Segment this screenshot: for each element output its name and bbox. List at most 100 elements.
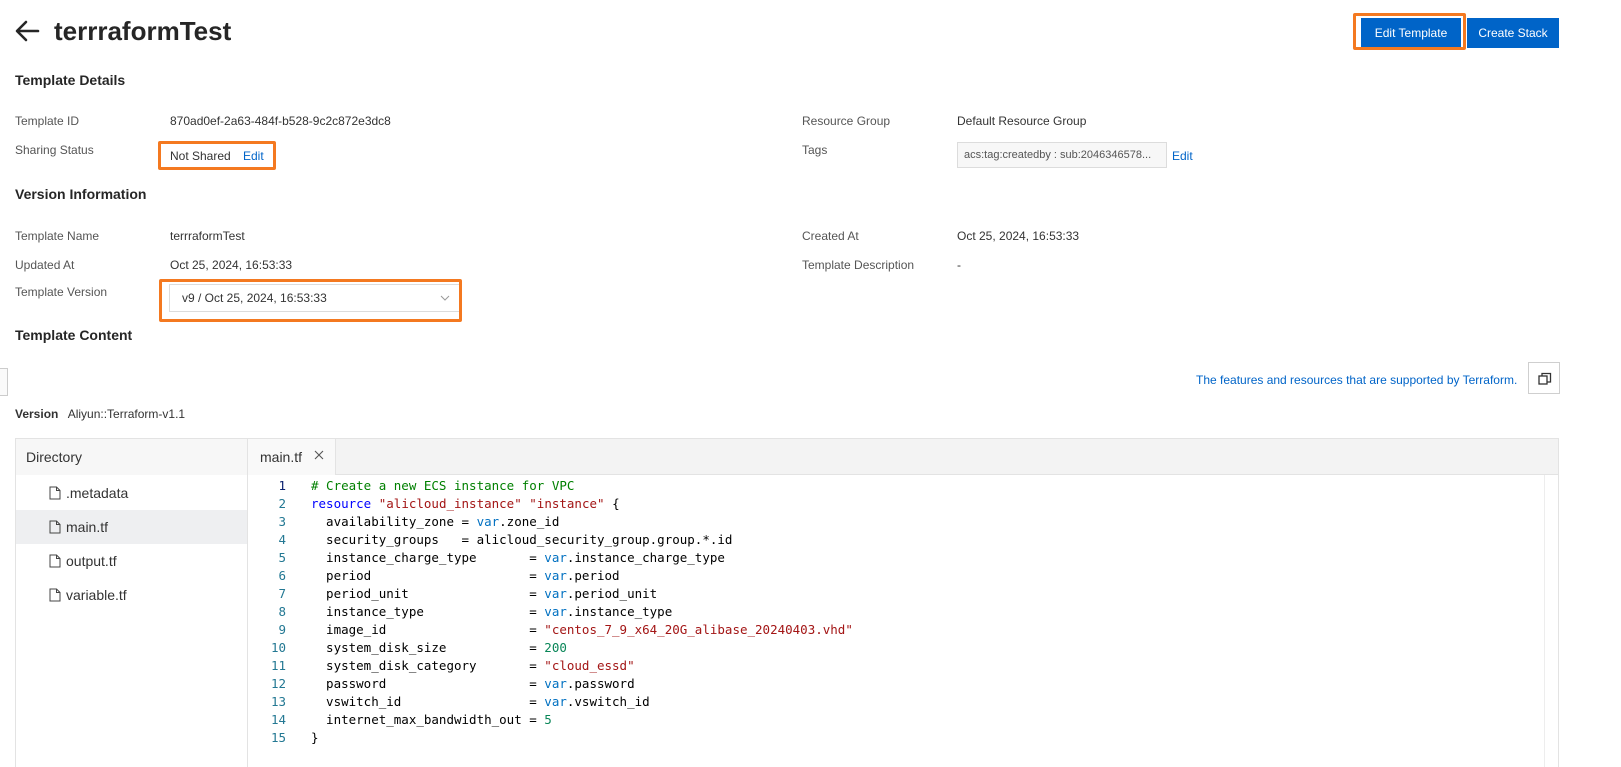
close-icon[interactable] bbox=[314, 450, 324, 460]
created-at-label: Created At bbox=[802, 229, 859, 243]
line-number: 5 bbox=[278, 550, 286, 565]
line-number: 13 bbox=[270, 694, 286, 709]
code-text: security_groups = alicloud_security_grou… bbox=[311, 532, 733, 547]
code-text: internet_max_bandwidth_out = 5 bbox=[311, 712, 552, 727]
code-panel: main.tf 1 # Create a new ECS instance for… bbox=[248, 439, 1558, 767]
code-line: 6 period = var.period bbox=[248, 567, 1558, 585]
tab-label: main.tf bbox=[260, 449, 303, 465]
file-item[interactable]: output.tf bbox=[16, 544, 247, 578]
code-line: 1 # Create a new ECS instance for VPC bbox=[248, 477, 1558, 495]
sharing-status-value: Not Shared bbox=[170, 149, 231, 163]
line-number: 15 bbox=[270, 730, 286, 745]
code-text: resource "alicloud_instance" "instance" … bbox=[311, 496, 620, 511]
tags-label: Tags bbox=[802, 143, 828, 157]
file-item[interactable]: .metadata bbox=[16, 476, 247, 510]
code-text: availability_zone = var.zone_id bbox=[311, 514, 560, 529]
version-info-title: Version Information bbox=[15, 186, 147, 202]
template-id-label: Template ID bbox=[15, 114, 80, 128]
line-number: 1 bbox=[278, 478, 286, 493]
code-text: image_id = "centos_7_9_x64_20G_alibase_2… bbox=[311, 622, 853, 637]
code-area[interactable]: 1 # Create a new ECS instance for VPC 2 res… bbox=[248, 475, 1558, 767]
template-version-label: Template Version bbox=[15, 285, 108, 299]
code-line: 14 internet_max_bandwidth_out = 5 bbox=[248, 711, 1558, 729]
code-line: 10 system_disk_size = 200 bbox=[248, 639, 1558, 657]
file-icon bbox=[49, 486, 61, 500]
code-line: 4 security_groups = alicloud_security_gr… bbox=[248, 531, 1558, 549]
template-version-select[interactable]: v9 / Oct 25, 2024, 16:53:33 bbox=[169, 284, 461, 312]
file-name: output.tf bbox=[66, 553, 117, 569]
tag-chip: acs:tag:createdby : sub:2046346578... bbox=[957, 142, 1167, 168]
code-line: 11 system_disk_category = "cloud_essd" bbox=[248, 657, 1558, 675]
tab-main-tf[interactable]: main.tf bbox=[248, 439, 336, 475]
code-line: 15} bbox=[248, 729, 1558, 747]
version-row: Version Aliyun::Terraform-v1.1 bbox=[15, 407, 185, 421]
code-line: 9 image_id = "centos_7_9_x64_20G_alibase… bbox=[248, 621, 1558, 639]
file-icon bbox=[49, 588, 61, 602]
code-line: 12 password = var.password bbox=[248, 675, 1558, 693]
line-number: 14 bbox=[270, 712, 286, 727]
create-stack-button[interactable]: Create Stack bbox=[1467, 18, 1559, 48]
line-number: 9 bbox=[278, 622, 286, 637]
page-title: terrraformTest bbox=[54, 16, 232, 46]
line-number: 6 bbox=[278, 568, 286, 583]
code-text: password = var.password bbox=[311, 676, 635, 691]
sharing-edit-link[interactable]: Edit bbox=[243, 149, 264, 163]
line-number: 2 bbox=[278, 496, 286, 511]
tab-bar: main.tf bbox=[248, 439, 1558, 475]
line-number: 7 bbox=[278, 586, 286, 601]
template-content-title: Template Content bbox=[15, 327, 133, 343]
created-at-value: Oct 25, 2024, 16:53:33 bbox=[957, 229, 1080, 243]
edit-template-button[interactable]: Edit Template bbox=[1361, 18, 1461, 48]
resource-group-value: Default Resource Group bbox=[957, 114, 1087, 128]
line-number: 3 bbox=[278, 514, 286, 529]
code-text: period = var.period bbox=[311, 568, 620, 583]
sharing-status-label: Sharing Status bbox=[15, 143, 94, 157]
line-number: 4 bbox=[278, 532, 286, 547]
code-line: 3 availability_zone = var.zone_id bbox=[248, 513, 1558, 531]
code-text: system_disk_category = "cloud_essd" bbox=[311, 658, 635, 673]
file-list: .metadata main.tf output.tf variable.tf bbox=[16, 475, 247, 612]
code-line: 2 resource "alicloud_instance" "instance"… bbox=[248, 495, 1558, 513]
template-description-label: Template Description bbox=[802, 258, 915, 272]
template-description-value: - bbox=[957, 258, 961, 272]
updated-at-value: Oct 25, 2024, 16:53:33 bbox=[170, 258, 293, 272]
resource-group-label: Resource Group bbox=[802, 114, 891, 128]
file-icon bbox=[49, 554, 61, 568]
code-line: 7 period_unit = var.period_unit bbox=[248, 585, 1558, 603]
file-name: .metadata bbox=[66, 485, 129, 501]
file-item[interactable]: main.tf bbox=[16, 510, 247, 544]
code-line: 13 vswitch_id = var.vswitch_id bbox=[248, 693, 1558, 711]
code-text: instance_charge_type = var.instance_char… bbox=[311, 550, 725, 565]
template-version-selected: v9 / Oct 25, 2024, 16:53:33 bbox=[182, 291, 327, 305]
file-name: main.tf bbox=[66, 519, 109, 535]
copy-button[interactable] bbox=[1528, 362, 1560, 394]
code-text: instance_type = var.instance_type bbox=[311, 604, 673, 619]
template-editor: Directory .metadata main.tf output.tf varia… bbox=[15, 438, 1559, 767]
code-text: } bbox=[311, 730, 319, 745]
code-text: # Create a new ECS instance for VPC bbox=[311, 478, 575, 493]
template-name-label: Template Name bbox=[15, 229, 100, 243]
tags-edit-link[interactable]: Edit bbox=[1172, 149, 1193, 163]
copy-icon bbox=[1538, 372, 1552, 385]
updated-at-label: Updated At bbox=[15, 258, 75, 272]
line-number: 12 bbox=[270, 676, 286, 691]
file-item[interactable]: variable.tf bbox=[16, 578, 247, 612]
line-number: 8 bbox=[278, 604, 286, 619]
back-arrow-icon[interactable] bbox=[14, 18, 40, 44]
supported-features-link[interactable]: The features and resources that are supp… bbox=[1196, 373, 1517, 387]
directory-panel: Directory .metadata main.tf output.tf varia… bbox=[16, 439, 248, 767]
code-text: system_disk_size = 200 bbox=[311, 640, 567, 655]
template-name-value: terrraformTest bbox=[170, 229, 245, 243]
code-line: 5 instance_charge_type = var.instance_ch… bbox=[248, 549, 1558, 567]
content-version-label: Version bbox=[15, 407, 59, 421]
code-text: vswitch_id = var.vswitch_id bbox=[311, 694, 650, 709]
content-version-value: Aliyun::Terraform-v1.1 bbox=[67, 407, 186, 421]
file-icon bbox=[49, 520, 61, 534]
directory-header: Directory bbox=[16, 439, 247, 475]
file-name: variable.tf bbox=[66, 587, 127, 603]
line-number: 11 bbox=[270, 658, 286, 673]
side-panel-handle[interactable] bbox=[0, 368, 8, 396]
chevron-down-icon bbox=[440, 295, 450, 301]
template-id-value: 870ad0ef-2a63-484f-b528-9c2c872e3dc8 bbox=[170, 114, 391, 128]
code-line: 8 instance_type = var.instance_type bbox=[248, 603, 1558, 621]
